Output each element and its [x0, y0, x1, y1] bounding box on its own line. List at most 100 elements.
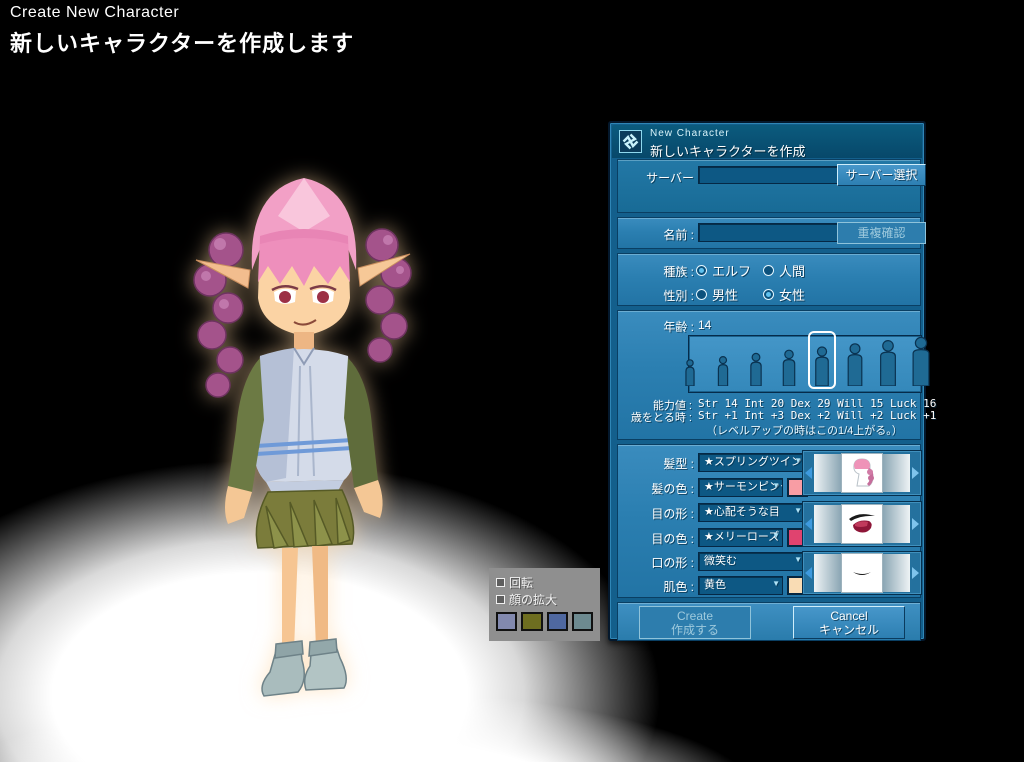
eye-next-arrow-icon[interactable]: [910, 502, 921, 546]
server-input[interactable]: [698, 166, 839, 184]
name-input[interactable]: [698, 223, 839, 242]
race-label: 種族 :: [624, 263, 694, 280]
face-zoom-label: 顔の拡大: [509, 591, 557, 608]
gender-label: 性別 :: [624, 287, 694, 304]
hair-color-dropdown[interactable]: ★サーモンピンク ▼: [698, 478, 783, 497]
eye-color-dropdown[interactable]: ★メリーローズ ▼: [698, 528, 783, 547]
face-zoom-checkbox[interactable]: [496, 595, 505, 604]
age-figure-3[interactable]: [742, 331, 770, 389]
dialog-title-en: New Character: [650, 128, 730, 139]
eye-current-thumb[interactable]: [841, 504, 883, 544]
skin-color-label: 肌色 :: [624, 578, 694, 595]
eye-preview-carousel: [802, 501, 922, 547]
race-gender-section: 種族 : エルフ 人間 性別 : 男性 女性: [617, 253, 921, 306]
skin-color-value: 黄色: [704, 579, 726, 591]
age-figure-7[interactable]: [874, 331, 902, 389]
cancel-button[interactable]: Cancel キャンセル: [793, 606, 905, 639]
eye-shape-label: 目の形 :: [624, 505, 694, 522]
race-option-human[interactable]: 人間: [763, 261, 805, 280]
server-label: サーバー: [624, 169, 694, 186]
eye-shape-dropdown[interactable]: ★心配そうな目 ▼: [698, 503, 805, 522]
character-boots: [262, 639, 346, 696]
name-label: 名前 :: [624, 226, 694, 243]
race-human-label: 人間: [779, 261, 805, 280]
cancel-button-label-ja: キャンセル: [819, 623, 879, 637]
rotate-checkbox-row[interactable]: 回転: [496, 574, 593, 591]
hair-style-value: ★スプリングツインテール: [704, 456, 805, 468]
gender-option-male[interactable]: 男性: [696, 285, 738, 304]
levelup-note: （レベルアップの時はこの1/4上がる。）: [706, 422, 903, 438]
hair-next-thumb[interactable]: [883, 454, 910, 492]
eye-color-label: 目の色 :: [624, 530, 694, 547]
bg-swatch-1[interactable]: [496, 612, 517, 631]
hair-prev-arrow-icon[interactable]: [803, 451, 814, 495]
mouth-shape-dropdown[interactable]: 微笑む ▼: [698, 552, 805, 571]
dropdown-arrow-icon[interactable]: ▼: [772, 478, 780, 494]
gender-option-female[interactable]: 女性: [763, 285, 805, 304]
background-color-swatches: [496, 612, 593, 631]
dropdown-arrow-icon[interactable]: ▼: [794, 503, 802, 519]
server-select-button[interactable]: サーバー選択: [837, 164, 926, 186]
age-figure-4[interactable]: [775, 331, 803, 389]
face-zoom-checkbox-row[interactable]: 顔の拡大: [496, 591, 593, 608]
page-title-en: Create New Character: [10, 4, 354, 22]
age-figure-5[interactable]: [808, 331, 836, 389]
mouth-next-arrow-icon[interactable]: [910, 552, 921, 594]
mouth-prev-thumb[interactable]: [814, 554, 841, 592]
age-figure-6[interactable]: [841, 331, 869, 389]
hair-current-thumb[interactable]: [841, 453, 883, 493]
dialog-header: New Character 新しいキャラクターを作成: [612, 125, 922, 158]
create-button-label-ja: 作成する: [671, 623, 719, 637]
server-section: サーバー サーバー選択: [617, 159, 921, 213]
gender-female-radio[interactable]: [763, 289, 774, 300]
dropdown-arrow-icon[interactable]: ▼: [772, 528, 780, 544]
character-legs: [282, 546, 328, 650]
mouth-next-thumb[interactable]: [883, 554, 910, 592]
bg-swatch-2[interactable]: [521, 612, 542, 631]
create-button[interactable]: Create 作成する: [639, 606, 751, 639]
race-option-elf[interactable]: エルフ: [696, 261, 751, 280]
mouth-preview-carousel: [802, 551, 922, 595]
gender-female-label: 女性: [779, 285, 805, 304]
dropdown-arrow-icon[interactable]: ▼: [772, 576, 780, 592]
hair-style-label: 髪型 :: [624, 455, 694, 472]
eye-prev-thumb[interactable]: [814, 505, 841, 543]
dialog-title-ja: 新しいキャラクターを作成: [650, 141, 805, 160]
eye-shape-value: ★心配そうな目: [704, 506, 780, 518]
gender-male-radio[interactable]: [696, 289, 707, 300]
race-human-radio[interactable]: [763, 265, 774, 276]
mouth-shape-value: 微笑む: [704, 555, 737, 567]
dropdown-arrow-icon[interactable]: ▼: [794, 552, 802, 568]
bg-swatch-4[interactable]: [572, 612, 593, 631]
appearance-section: 髪型 : ★スプリングツインテール ▼ 髪の色 : ★サーモンピンク ▼ 目の形…: [617, 444, 921, 598]
eye-prev-arrow-icon[interactable]: [803, 502, 814, 546]
new-character-dialog: New Character 新しいキャラクターを作成 サーバー サーバー選択 名…: [608, 121, 926, 641]
hair-next-arrow-icon[interactable]: [910, 451, 921, 495]
age-section: 年齢 : 14 能力値 : Str 14 Int 20 Dex 29 Will …: [617, 310, 921, 440]
mabinogi-knot-icon: [619, 130, 642, 153]
skin-color-dropdown[interactable]: 黄色 ▼: [698, 576, 783, 595]
race-elf-radio[interactable]: [696, 265, 707, 276]
name-check-button[interactable]: 重複確認: [837, 222, 926, 244]
mouth-prev-arrow-icon[interactable]: [803, 552, 814, 594]
age-figure-8[interactable]: [907, 331, 935, 389]
name-section: 名前 : 重複確認: [617, 217, 921, 249]
character-preview[interactable]: [148, 120, 460, 706]
age-figure-1[interactable]: [676, 331, 704, 389]
bg-swatch-3[interactable]: [547, 612, 568, 631]
mouth-shape-label: 口の形 :: [624, 554, 694, 571]
mouth-current-thumb[interactable]: [841, 553, 883, 593]
hair-prev-thumb[interactable]: [814, 454, 841, 492]
rotate-checkbox[interactable]: [496, 578, 505, 587]
hair-color-label: 髪の色 :: [624, 480, 694, 497]
dropdown-arrow-icon[interactable]: ▼: [794, 453, 802, 469]
age-figure-2[interactable]: [709, 331, 737, 389]
page-title-ja: 新しいキャラクターを作成します: [10, 26, 354, 58]
race-elf-label: エルフ: [712, 261, 751, 280]
view-options-panel: 回転 顔の拡大: [489, 568, 600, 641]
gender-male-label: 男性: [712, 285, 738, 304]
eye-next-thumb[interactable]: [883, 505, 910, 543]
hair-style-dropdown[interactable]: ★スプリングツインテール ▼: [698, 453, 805, 472]
rotate-label: 回転: [509, 574, 533, 591]
eye-color-value: ★メリーローズ: [704, 531, 779, 543]
